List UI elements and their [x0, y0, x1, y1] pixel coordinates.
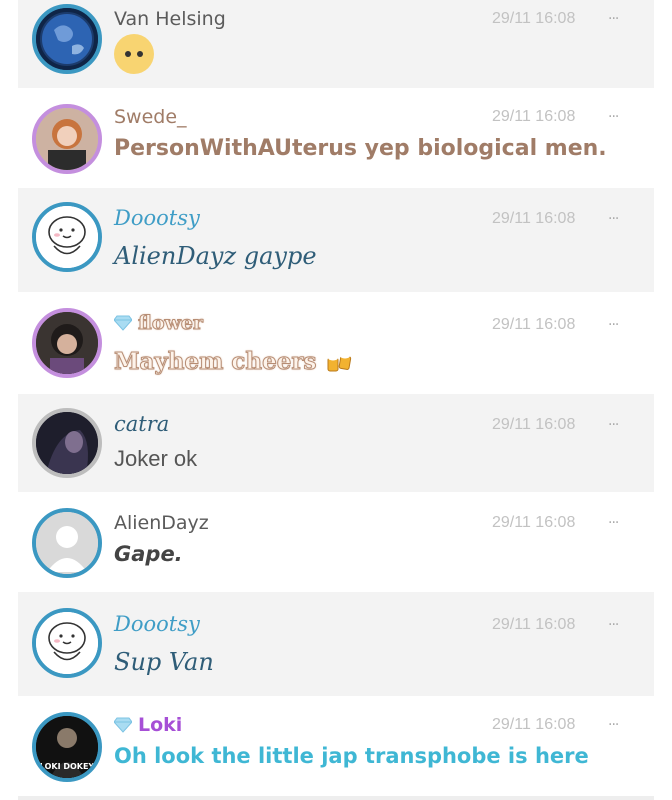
- avatar[interactable]: [32, 608, 102, 678]
- message-text: Oh look the little jap transphobe is her…: [114, 744, 589, 768]
- earth-avatar-image: [36, 8, 98, 70]
- message-time: 29/11 16:08: [492, 316, 576, 333]
- message-text: AlienDayz gaype: [114, 242, 317, 270]
- message-text: Gape.: [114, 542, 183, 566]
- person-avatar-image: [36, 412, 98, 474]
- person-avatar-image: LOKI DOKEY: [36, 716, 98, 778]
- more-options-icon[interactable]: ···: [608, 212, 619, 226]
- message-author[interactable]: Doootsy: [114, 206, 200, 230]
- avatar[interactable]: [32, 508, 102, 578]
- message-time: 29/11 16:08: [492, 616, 576, 633]
- message-author[interactable]: Loki: [114, 714, 182, 736]
- person-avatar-image: [36, 312, 98, 374]
- message-time: 29/11 16:08: [492, 716, 576, 733]
- message-time: 29/11 16:08: [492, 108, 576, 125]
- more-options-icon[interactable]: ···: [608, 12, 619, 26]
- avatar-caption: LOKI DOKEY: [40, 762, 95, 771]
- message-time: 29/11 16:08: [492, 210, 576, 227]
- author-name: flower: [138, 312, 204, 335]
- message-author[interactable]: Van Helsing: [114, 8, 226, 30]
- message-author[interactable]: AlienDayz: [114, 512, 209, 534]
- message-author[interactable]: flower: [114, 312, 204, 335]
- message-author[interactable]: catra: [114, 412, 169, 436]
- message-time: 29/11 16:08: [492, 514, 576, 531]
- more-options-icon[interactable]: ···: [608, 318, 619, 332]
- more-options-icon[interactable]: ···: [608, 618, 619, 632]
- message-author[interactable]: Swede_: [114, 106, 187, 128]
- avatar[interactable]: LOKI DOKEY: [32, 712, 102, 782]
- chat-message[interactable]: AlienDayz 29/11 16:08 ··· Gape.: [18, 492, 654, 592]
- message-text: Sup Van: [114, 648, 214, 676]
- divider: [18, 796, 654, 800]
- message-text-row: Mayhem cheers: [114, 348, 355, 376]
- chat-message[interactable]: flower 29/11 16:08 ··· Mayhem cheers: [18, 292, 654, 394]
- chat-message[interactable]: Swede_ 29/11 16:08 ··· PersonWithAUterus…: [18, 88, 654, 188]
- chat-message[interactable]: LOKI DOKEY Loki 29/11 16:08 ··· Oh look …: [18, 696, 654, 796]
- avatar[interactable]: [32, 308, 102, 378]
- beer-mugs-emoji-icon: [327, 353, 351, 372]
- chat-feed: Van Helsing 29/11 16:08 ··· Swede_ 29/11…: [0, 0, 672, 800]
- message-text: Mayhem cheers: [114, 348, 317, 376]
- message-time: 29/11 16:08: [492, 416, 576, 433]
- chat-message[interactable]: catra 29/11 16:08 ··· Joker ok: [18, 394, 654, 492]
- message-time: 29/11 16:08: [492, 10, 576, 27]
- person-avatar-image: [36, 108, 98, 170]
- avatar[interactable]: [32, 202, 102, 272]
- neutral-face-emoji-icon: [114, 34, 154, 74]
- avatar[interactable]: [32, 408, 102, 478]
- chat-message[interactable]: Doootsy 29/11 16:08 ··· Sup Van: [18, 592, 654, 696]
- diamond-icon: [114, 717, 132, 733]
- more-options-icon[interactable]: ···: [608, 110, 619, 124]
- chat-message[interactable]: Van Helsing 29/11 16:08 ···: [18, 0, 654, 88]
- more-options-icon[interactable]: ···: [608, 718, 619, 732]
- message-text: Joker ok: [114, 446, 198, 471]
- chat-message[interactable]: Doootsy 29/11 16:08 ··· AlienDayz gaype: [18, 188, 654, 292]
- message-author[interactable]: Doootsy: [114, 612, 200, 636]
- default-user-avatar-image: [36, 512, 98, 574]
- more-options-icon[interactable]: ···: [608, 418, 619, 432]
- avatar[interactable]: [32, 4, 102, 74]
- cartoon-avatar-image: [36, 206, 98, 268]
- more-options-icon[interactable]: ···: [608, 516, 619, 530]
- avatar[interactable]: [32, 104, 102, 174]
- message-text: PersonWithAUterus yep biological men.: [114, 136, 607, 161]
- author-name: Loki: [138, 714, 183, 736]
- cartoon-avatar-image: [36, 612, 98, 674]
- diamond-icon: [114, 315, 132, 331]
